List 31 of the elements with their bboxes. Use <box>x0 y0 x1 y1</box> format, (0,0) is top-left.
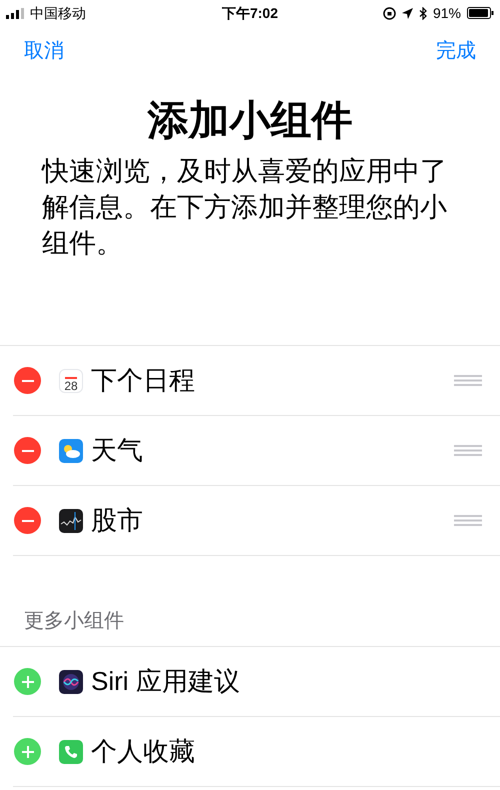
drag-handle-icon[interactable] <box>454 515 482 526</box>
battery-percent: 91% <box>432 4 461 22</box>
page-title: 添加小组件 <box>148 100 352 141</box>
widget-name: 个人收藏 <box>91 735 196 768</box>
carrier-name: 中国移动 <box>30 4 86 22</box>
signal-icon <box>6 8 26 18</box>
rotation-lock-icon <box>382 6 396 20</box>
widget-name: Siri 应用建议 <box>91 665 241 698</box>
widget-name: 天气 <box>91 434 144 467</box>
add-button[interactable] <box>14 738 41 765</box>
cancel-button[interactable]: 取消 <box>24 36 64 66</box>
phone-icon <box>59 740 83 764</box>
calendar-icon: 28 <box>59 368 83 392</box>
remove-button[interactable] <box>14 507 41 534</box>
widget-name: 下个日程 <box>91 364 196 397</box>
remove-button[interactable] <box>14 367 41 394</box>
status-time: 下午7:02 <box>222 4 278 22</box>
siri-icon <box>59 670 83 694</box>
done-button[interactable]: 完成 <box>436 36 476 66</box>
description-text: 快速浏览，及时从喜爱的应用中了解信息。在下方添加并整理您的小组件。 <box>40 155 448 260</box>
drag-handle-icon[interactable] <box>454 445 482 456</box>
widget-name: 股市 <box>91 504 144 537</box>
stock-chart-icon <box>59 508 83 532</box>
drag-handle-icon[interactable] <box>454 375 482 386</box>
bluetooth-icon <box>418 6 427 20</box>
battery-icon <box>467 7 494 19</box>
remove-button[interactable] <box>14 437 41 464</box>
weather-icon <box>59 438 83 462</box>
add-button[interactable] <box>14 668 41 695</box>
section-header: 更多小组件 <box>24 609 124 634</box>
location-icon <box>402 8 413 18</box>
